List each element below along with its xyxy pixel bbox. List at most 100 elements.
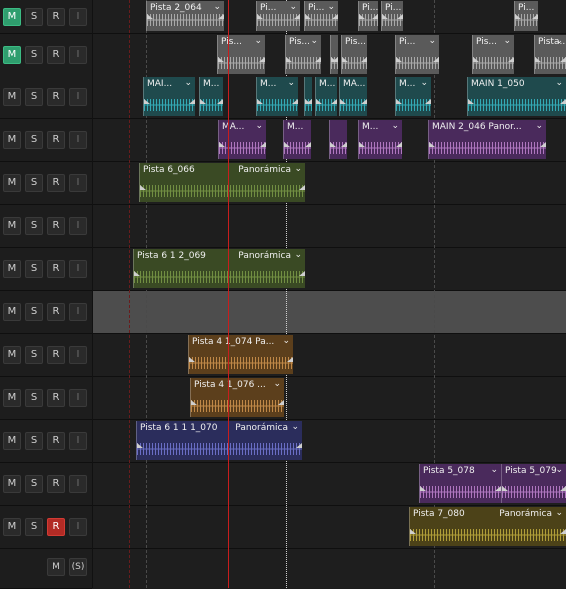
mute-button[interactable]: M — [3, 475, 21, 493]
fade-in-handle[interactable] — [330, 142, 336, 147]
clip-region[interactable]: MAIN 1_050 ⌄ — [467, 77, 566, 116]
timeline-lanes[interactable]: Pista 2_064 ⌄ Pi... ⌄ Pi... ⌄ Pi... Pi... Pi... P… — [93, 0, 566, 588]
clip-region[interactable]: MAIN 2_046 Panor... ⌄ — [428, 120, 546, 159]
clip-region[interactable]: Pis... — [341, 35, 367, 74]
fade-out-handle[interactable] — [560, 486, 566, 491]
record-arm-button[interactable]: R — [47, 303, 65, 321]
fade-in-handle[interactable] — [144, 99, 150, 104]
clip-menu-chevron-icon[interactable]: ⌄ — [282, 336, 290, 346]
fade-in-handle[interactable] — [535, 57, 541, 62]
fade-out-handle[interactable] — [278, 400, 284, 405]
track-lane-10[interactable] — [93, 377, 566, 420]
solo-button[interactable]: S — [25, 217, 43, 235]
clip-region[interactable]: Pista 6 1 2_069 Panorámica ⌄ — [133, 249, 305, 288]
clip-region[interactable]: Pis... ⌄ — [217, 35, 265, 74]
fade-out-handle[interactable] — [433, 57, 439, 62]
mute-button[interactable]: M — [3, 217, 21, 235]
clip-menu-chevron-icon[interactable]: ⌄ — [503, 36, 511, 46]
record-arm-button[interactable]: R — [47, 389, 65, 407]
record-arm-button[interactable]: R — [47, 432, 65, 450]
fade-in-handle[interactable] — [382, 14, 388, 19]
clip-menu-chevron-icon[interactable]: ⌄ — [287, 78, 295, 88]
fade-out-handle[interactable] — [332, 57, 338, 62]
clip-region[interactable] — [304, 77, 312, 116]
clip-region[interactable]: Pista... ⌄ — [534, 35, 566, 74]
clip-region[interactable]: Pista 5_078 ⌄ — [419, 464, 501, 503]
fade-out-handle[interactable] — [361, 57, 367, 62]
solo-button[interactable]: S — [25, 88, 43, 106]
input-monitor-button[interactable]: I — [69, 217, 87, 235]
solo-button[interactable]: S — [25, 260, 43, 278]
input-monitor-button[interactable]: I — [69, 475, 87, 493]
playhead[interactable] — [228, 0, 229, 588]
fade-out-handle[interactable] — [341, 142, 347, 147]
clip-region[interactable]: Pi... — [381, 1, 403, 31]
track-lane-9[interactable] — [93, 334, 566, 377]
fade-out-handle[interactable] — [287, 357, 293, 362]
fade-in-handle[interactable] — [140, 185, 146, 190]
fade-out-handle[interactable] — [305, 142, 311, 147]
clip-region[interactable]: Pista 5_079 ⌄ — [501, 464, 566, 503]
fade-in-handle[interactable] — [468, 99, 474, 104]
input-monitor-button[interactable]: I — [69, 131, 87, 149]
track-lane-6[interactable] — [93, 205, 566, 248]
fade-in-handle[interactable] — [420, 486, 426, 491]
fade-out-handle[interactable] — [299, 271, 305, 276]
clip-region[interactable] — [330, 35, 338, 74]
fade-in-handle[interactable] — [410, 529, 416, 534]
clip-menu-chevron-icon[interactable]: ⌄ — [555, 78, 563, 88]
master-mute-button[interactable]: M — [47, 558, 65, 576]
fade-in-handle[interactable] — [191, 400, 197, 405]
clip-region[interactable]: M... ⌄ — [395, 77, 431, 116]
clip-region[interactable]: MAI... ⌄ — [143, 77, 195, 116]
fade-in-handle[interactable] — [396, 99, 402, 104]
mute-button[interactable]: M — [3, 389, 21, 407]
fade-out-handle[interactable] — [217, 99, 223, 104]
clip-region[interactable]: Pi... ⌄ — [395, 35, 439, 74]
fade-in-handle[interactable] — [305, 14, 311, 19]
fade-out-handle[interactable] — [361, 99, 367, 104]
fade-out-handle[interactable] — [372, 14, 378, 19]
fade-out-handle[interactable] — [560, 529, 566, 534]
clip-menu-chevron-icon[interactable]: ⌄ — [294, 250, 302, 260]
mute-button[interactable]: M — [3, 174, 21, 192]
clip-region[interactable]: Pista 6_066 Panorámica ⌄ — [139, 163, 305, 202]
clip-menu-chevron-icon[interactable]: ⌄ — [327, 2, 335, 12]
mute-button[interactable]: M — [3, 346, 21, 364]
solo-button[interactable]: S — [25, 8, 43, 26]
clip-region[interactable]: M... — [199, 77, 223, 116]
input-monitor-button[interactable]: I — [69, 389, 87, 407]
clip-menu-chevron-icon[interactable]: ⌄ — [184, 78, 192, 88]
solo-button[interactable]: S — [25, 346, 43, 364]
clip-region[interactable]: Pista 4 1_074 Pa... ⌄ — [188, 335, 293, 374]
fade-out-handle[interactable] — [294, 14, 300, 19]
record-arm-button[interactable]: R — [47, 174, 65, 192]
fade-in-handle[interactable] — [502, 486, 508, 491]
record-arm-button[interactable]: R — [47, 260, 65, 278]
fade-out-handle[interactable] — [397, 14, 403, 19]
fade-out-handle[interactable] — [306, 99, 312, 104]
fade-in-handle[interactable] — [134, 271, 140, 276]
input-monitor-button[interactable]: I — [69, 432, 87, 450]
fade-out-handle[interactable] — [292, 99, 298, 104]
clip-region[interactable] — [329, 120, 347, 159]
clip-menu-chevron-icon[interactable]: ⌄ — [490, 465, 498, 475]
solo-button[interactable]: S — [25, 174, 43, 192]
clip-region[interactable]: M... ⌄ — [358, 120, 402, 159]
clip-region[interactable]: MA... ⌄ — [218, 120, 266, 159]
track-lane-8[interactable] — [93, 291, 566, 334]
fade-out-handle[interactable] — [425, 99, 431, 104]
clip-region[interactable]: Pis... ⌄ — [472, 35, 514, 74]
fade-out-handle[interactable] — [259, 57, 265, 62]
fade-out-handle[interactable] — [532, 14, 538, 19]
clip-region[interactable]: Pista 6 1 1 1_070 Panorámica ⌄ — [136, 421, 302, 460]
fade-in-handle[interactable] — [359, 142, 365, 147]
clip-menu-chevron-icon[interactable]: ⌄ — [255, 121, 263, 131]
clip-menu-chevron-icon[interactable]: ⌄ — [391, 121, 399, 131]
clip-region[interactable]: Pista 2_064 ⌄ — [146, 1, 224, 31]
fade-in-handle[interactable] — [316, 99, 322, 104]
fade-out-handle[interactable] — [189, 99, 195, 104]
mute-button[interactable]: M — [3, 88, 21, 106]
clip-menu-chevron-icon[interactable]: ⌄ — [254, 36, 262, 46]
mute-button[interactable]: M — [3, 303, 21, 321]
